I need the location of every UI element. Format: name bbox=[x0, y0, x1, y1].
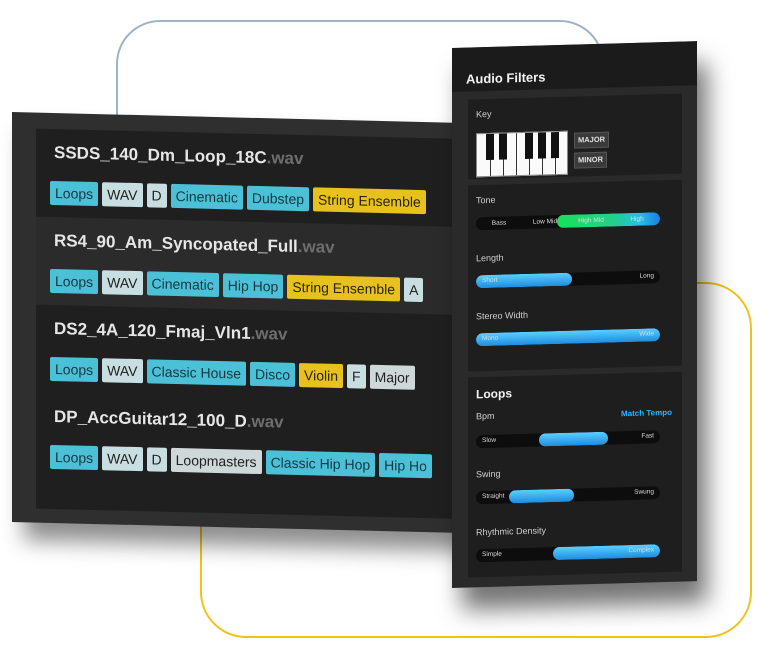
tag-chip[interactable]: WAV bbox=[102, 358, 143, 384]
tag-chip[interactable]: Cinematic bbox=[170, 183, 243, 210]
stereo-width-label: Stereo Width bbox=[476, 309, 529, 322]
tag-list: Loops WAV Classic House Disco Violin F Major bbox=[50, 356, 415, 390]
sample-title[interactable]: SSDS_140_Dm_Loop_18C.wav bbox=[54, 143, 303, 169]
white-key-divider bbox=[516, 133, 517, 176]
tag-chip[interactable]: Disco bbox=[249, 361, 295, 387]
rhythmic-density-slider[interactable]: Simple Complex bbox=[476, 544, 660, 563]
sample-extension: .wav bbox=[246, 411, 284, 432]
tag-list: Loops WAV D Loopmasters Classic Hip Hop Hip H… bbox=[50, 444, 432, 479]
bpm-min-label: Slow bbox=[482, 436, 497, 445]
tag-chip[interactable]: Loops bbox=[50, 180, 99, 207]
rhythmic-density-max-label: Complex bbox=[628, 546, 654, 555]
loops-title: Loops bbox=[476, 386, 512, 402]
sample-name: DS2_4A_120_Fmaj_Vln1 bbox=[54, 319, 251, 343]
sample-extension: .wav bbox=[297, 236, 335, 257]
length-label: Length bbox=[476, 252, 504, 264]
length-min-label: Short bbox=[482, 276, 498, 285]
sample-list-panel: SSDS_140_Dm_Loop_18C.wav Loops WAV D Cinema… bbox=[12, 112, 484, 534]
black-key[interactable] bbox=[538, 132, 546, 159]
tag-chip[interactable]: Violin bbox=[299, 363, 343, 389]
tone-band-low-mid: Low Mid bbox=[532, 218, 558, 226]
sample-extension: .wav bbox=[250, 323, 288, 344]
sample-row[interactable]: DP_AccGuitar12_100_D.wav Loops WAV D Loopma… bbox=[36, 393, 484, 492]
key-section: Key MAJOR MINOR bbox=[468, 93, 682, 180]
tag-chip[interactable]: D bbox=[146, 447, 167, 472]
tone-section: Tone Bass Low Mid High Mid High Length S… bbox=[468, 179, 682, 372]
tag-chip[interactable]: Hip Ho bbox=[379, 452, 432, 479]
sample-row[interactable]: DS2_4A_120_Fmaj_Vln1.wav Loops WAV Classic… bbox=[36, 305, 484, 404]
sample-name: SSDS_140_Dm_Loop_18C bbox=[54, 143, 267, 168]
swing-min-label: Straight bbox=[482, 492, 505, 501]
tag-chip[interactable]: Cinematic bbox=[146, 271, 219, 298]
tag-chip[interactable]: Loops bbox=[50, 356, 99, 383]
tag-chip[interactable]: Loops bbox=[50, 444, 99, 471]
rhythmic-density-min-label: Simple bbox=[482, 550, 502, 559]
tag-chip[interactable]: Major bbox=[369, 364, 415, 390]
sample-row[interactable]: RS4_90_Am_Syncopated_Full.wav Loops WAV Ci… bbox=[36, 216, 484, 316]
filters-title: Audio Filters bbox=[466, 69, 546, 87]
match-tempo-link[interactable]: Match Tempo bbox=[621, 408, 672, 418]
tone-band-bass: Bass bbox=[491, 219, 507, 227]
stereo-width-slider[interactable]: Mono Wide bbox=[476, 328, 660, 347]
bpm-label: Bpm bbox=[476, 410, 495, 422]
stereo-width-slider-fill bbox=[476, 328, 660, 347]
tone-slider[interactable]: Bass Low Mid High Mid High bbox=[476, 212, 660, 231]
swing-slider-fill bbox=[509, 488, 574, 504]
bpm-max-label: Fast bbox=[641, 432, 654, 440]
black-key[interactable] bbox=[525, 132, 533, 159]
tag-chip[interactable]: String Ensemble bbox=[313, 187, 426, 215]
black-key[interactable] bbox=[551, 132, 559, 159]
tone-band-high: High bbox=[630, 215, 644, 224]
stereo-width-min-label: Mono bbox=[482, 334, 499, 343]
sample-list: SSDS_140_Dm_Loop_18C.wav Loops WAV D Cinema… bbox=[36, 128, 484, 520]
sample-name: RS4_90_Am_Syncopated_Full bbox=[54, 231, 298, 256]
sample-name: DP_AccGuitar12_100_D bbox=[54, 407, 247, 431]
black-key[interactable] bbox=[486, 133, 494, 161]
tag-list: Loops WAV Cinematic Hip Hop String Ensemble A bbox=[50, 268, 424, 303]
bpm-slider-fill bbox=[538, 431, 609, 447]
stereo-width-max-label: Wide bbox=[639, 330, 654, 338]
tag-chip[interactable]: Loops bbox=[50, 268, 99, 295]
tone-label: Tone bbox=[476, 194, 496, 206]
tag-chip[interactable]: WAV bbox=[102, 182, 143, 208]
tag-chip[interactable]: Dubstep bbox=[246, 185, 310, 212]
sample-title[interactable]: DP_AccGuitar12_100_D.wav bbox=[54, 407, 284, 433]
length-slider[interactable]: Short Long bbox=[476, 270, 660, 289]
sample-row[interactable]: SSDS_140_Dm_Loop_18C.wav Loops WAV D Cinema… bbox=[36, 129, 484, 228]
piano-keyboard[interactable] bbox=[476, 130, 568, 178]
key-label: Key bbox=[476, 108, 492, 120]
swing-slider[interactable]: Straight Swung bbox=[476, 486, 660, 505]
minor-button[interactable]: MINOR bbox=[574, 151, 607, 169]
bpm-slider[interactable]: Slow Fast bbox=[476, 430, 660, 449]
tag-chip[interactable]: F bbox=[347, 364, 366, 389]
tag-chip[interactable]: D bbox=[146, 183, 167, 208]
tag-chip[interactable]: String Ensemble bbox=[287, 274, 401, 302]
audio-filters-panel: Audio Filters Key MAJOR MINOR Tone Bass … bbox=[452, 41, 697, 588]
loops-section: Loops Bpm Match Tempo Slow Fast Swing St… bbox=[468, 371, 682, 578]
length-max-label: Long bbox=[639, 272, 654, 280]
swing-max-label: Swung bbox=[634, 488, 654, 496]
tag-chip[interactable]: Loopmasters bbox=[170, 447, 262, 475]
tag-chip[interactable]: Classic Hip Hop bbox=[265, 450, 376, 477]
sample-title[interactable]: DS2_4A_120_Fmaj_Vln1.wav bbox=[54, 319, 287, 345]
tone-band-high-mid: High Mid bbox=[578, 216, 604, 225]
black-key[interactable] bbox=[499, 133, 507, 160]
sample-title[interactable]: RS4_90_Am_Syncopated_Full.wav bbox=[54, 231, 335, 258]
major-button[interactable]: MAJOR bbox=[574, 131, 610, 149]
tag-chip[interactable]: WAV bbox=[102, 446, 143, 472]
tag-chip[interactable]: Hip Hop bbox=[222, 273, 284, 299]
tag-chip[interactable]: Classic House bbox=[146, 359, 246, 386]
tag-chip[interactable]: A bbox=[404, 277, 424, 303]
tag-chip[interactable]: WAV bbox=[102, 270, 143, 296]
sample-extension: .wav bbox=[266, 148, 304, 169]
rhythmic-density-label: Rhythmic Density bbox=[476, 525, 547, 538]
tag-list: Loops WAV D Cinematic Dubstep String Ensemble bbox=[50, 180, 426, 215]
swing-label: Swing bbox=[476, 468, 501, 480]
filters-header: Audio Filters bbox=[452, 41, 697, 92]
